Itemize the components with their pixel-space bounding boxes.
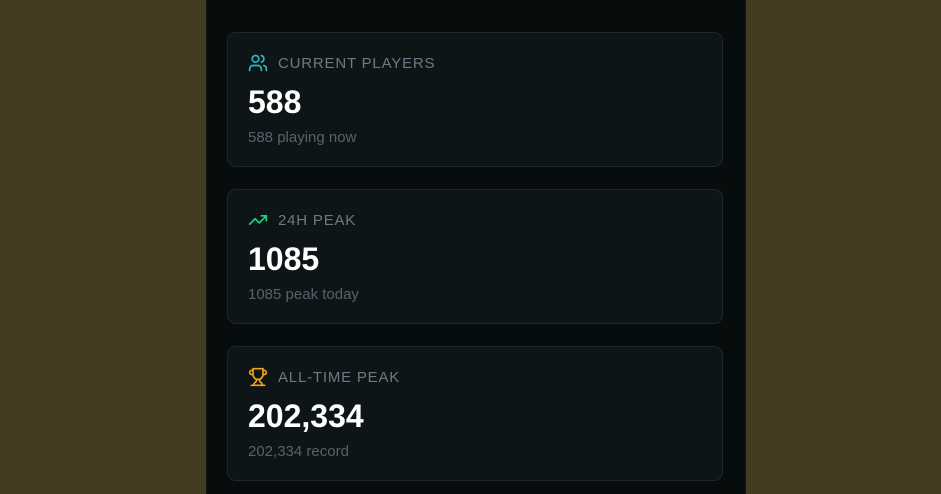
users-icon <box>248 53 268 73</box>
card-label: 24H PEAK <box>278 211 357 229</box>
current-players-card: CURRENT PLAYERS 588 588 playing now <box>227 32 723 167</box>
stats-panel: CURRENT PLAYERS 588 588 playing now 24H … <box>207 0 745 494</box>
trending-up-icon <box>248 210 268 230</box>
current-players-value: 588 <box>248 84 302 120</box>
all-time-peak-value: 202,334 <box>248 398 364 434</box>
card-label: CURRENT PLAYERS <box>278 54 436 72</box>
peak-24h-card: 24H PEAK 1085 1085 peak today <box>227 189 723 324</box>
all-time-peak-subtext: 202,334 record <box>248 443 349 460</box>
peak-24h-value: 1085 <box>248 241 320 277</box>
peak-24h-subtext: 1085 peak today <box>248 286 359 303</box>
card-header: CURRENT PLAYERS <box>248 53 435 73</box>
card-label: ALL-TIME PEAK <box>278 368 401 386</box>
card-header: 24H PEAK <box>248 210 356 230</box>
trophy-icon <box>248 367 268 387</box>
all-time-peak-card: ALL-TIME PEAK 202,334 202,334 record <box>227 346 723 481</box>
current-players-subtext: 588 playing now <box>248 129 357 146</box>
card-header: ALL-TIME PEAK <box>248 367 400 387</box>
